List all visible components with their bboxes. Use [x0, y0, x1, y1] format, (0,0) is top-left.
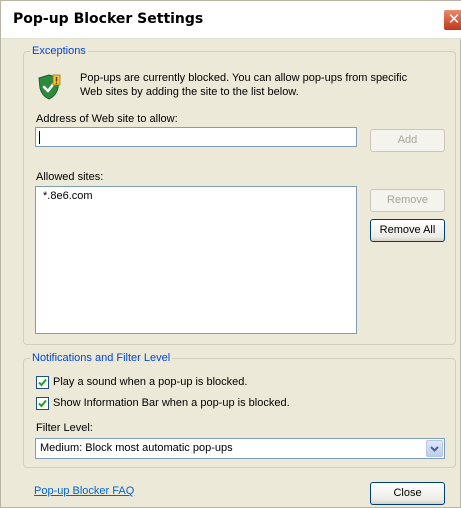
filter-level-select[interactable]: Medium: Block most automatic pop-ups — [35, 438, 445, 459]
popup-blocker-dialog: Pop-up Blocker Settings ✕ Exceptions Pop… — [0, 0, 461, 508]
checkmark-icon — [38, 399, 47, 408]
address-input[interactable] — [35, 127, 357, 147]
text-caret — [39, 131, 40, 144]
notifications-legend: Notifications and Filter Level — [32, 352, 171, 364]
title-bar: Pop-up Blocker Settings ✕ — [1, 1, 461, 39]
checkmark-icon — [38, 378, 47, 387]
filter-level-value: Medium: Block most automatic pop-ups — [40, 442, 233, 454]
allowed-sites-list[interactable]: *.8e6.com — [35, 186, 357, 334]
description-line-2: Web sites by adding the site to the list… — [80, 86, 299, 98]
play-sound-checkbox[interactable] — [36, 376, 49, 389]
remove-button[interactable]: Remove — [370, 189, 445, 212]
play-sound-label[interactable]: Play a sound when a pop-up is blocked. — [53, 376, 247, 388]
close-button[interactable]: Close — [370, 482, 445, 505]
faq-link[interactable]: Pop-up Blocker FAQ — [34, 485, 134, 497]
address-label: Address of Web site to allow: — [36, 113, 178, 125]
info-bar-checkbox[interactable] — [36, 397, 49, 410]
add-button[interactable]: Add — [370, 129, 445, 152]
description-line-1: Pop-ups are currently blocked. You can a… — [80, 72, 408, 84]
exceptions-description: Pop-ups are currently blocked. You can a… — [80, 71, 407, 99]
exceptions-legend: Exceptions — [32, 45, 86, 57]
shield-check-icon — [38, 74, 61, 100]
list-item[interactable]: *.8e6.com — [43, 190, 93, 202]
filter-level-label: Filter Level: — [36, 422, 93, 434]
allowed-sites-label: Allowed sites: — [36, 171, 104, 183]
chevron-down-icon[interactable] — [426, 440, 443, 457]
close-window-icon[interactable]: ✕ — [443, 9, 461, 31]
remove-all-button[interactable]: Remove All — [370, 219, 445, 242]
info-bar-label[interactable]: Show Information Bar when a pop-up is bl… — [53, 397, 290, 409]
window-title: Pop-up Blocker Settings — [13, 11, 204, 27]
